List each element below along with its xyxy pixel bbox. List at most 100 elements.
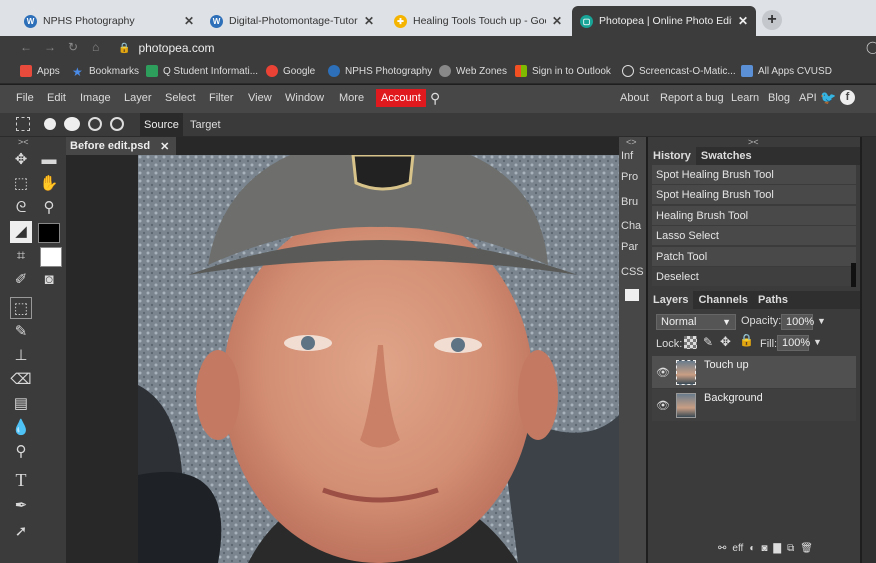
forward-icon[interactable]: → <box>44 40 56 54</box>
close-icon[interactable]: ✕ <box>184 14 194 28</box>
fill-input[interactable]: 100% <box>777 335 810 351</box>
tab-history[interactable]: History <box>648 147 696 165</box>
quick-select-tool-icon[interactable]: ◢ <box>10 221 32 243</box>
path-select-tool-icon[interactable]: ➚ <box>10 521 32 543</box>
tab-paths[interactable]: Paths <box>753 291 793 309</box>
collapse-icon[interactable]: >< <box>18 137 29 147</box>
info-panel-button[interactable]: Inf <box>621 150 645 162</box>
new-layer-icon[interactable]: ⧉ <box>787 543 794 554</box>
source-option[interactable]: Source <box>140 113 183 137</box>
menu-about[interactable]: About <box>620 92 649 104</box>
rectangle-shape-icon[interactable]: ▬ <box>38 149 60 171</box>
layer-mask-icon[interactable]: ◙ <box>761 543 767 554</box>
facebook-icon[interactable]: f <box>840 90 855 105</box>
new-tab-button[interactable]: + <box>762 10 782 30</box>
eraser-tool-icon[interactable]: ⌫ <box>10 369 32 391</box>
brush-subtract-icon[interactable] <box>88 117 102 131</box>
tab-channels[interactable]: Channels <box>693 291 753 309</box>
menu-more[interactable]: More <box>339 92 364 104</box>
url-field[interactable]: 🔒 photopea.com <box>118 39 215 57</box>
marquee-icon[interactable] <box>16 117 30 131</box>
image-icon[interactable] <box>625 289 639 301</box>
menu-report-bug[interactable]: Report a bug <box>660 92 724 104</box>
pen-tool-icon[interactable]: ✒ <box>10 495 32 517</box>
dodge-tool-icon[interactable]: ⚲ <box>10 441 32 463</box>
bookmark-web-zones[interactable]: Web Zones <box>439 65 507 77</box>
layer-effects-icon[interactable]: eff <box>732 543 743 554</box>
brush-panel-button[interactable]: Bru <box>621 196 645 208</box>
chevron-down-icon[interactable]: ▼ <box>813 337 822 347</box>
character-panel-button[interactable]: Cha <box>621 220 645 232</box>
layer-row-selected[interactable]: 👁 Touch up <box>652 356 856 388</box>
lock-all-icon[interactable]: 🔒 <box>739 333 754 347</box>
healing-brush-tool-icon[interactable]: ⬚ <box>10 297 32 319</box>
browser-tab[interactable]: W Digital-Photomontage-Tutorial.p ✕ <box>202 6 382 36</box>
close-icon[interactable]: ✕ <box>738 14 748 28</box>
zoom-tool-icon[interactable]: ⚲ <box>38 197 60 219</box>
twitter-icon[interactable]: 🐦 <box>820 90 836 106</box>
collapse-icon[interactable]: >< <box>748 137 759 147</box>
eyedropper-tool-icon[interactable]: ✐ <box>10 269 32 291</box>
lock-position-icon[interactable]: ✥ <box>720 334 731 350</box>
bookmark-bookmarks[interactable]: ★ Bookmarks <box>72 65 139 79</box>
tab-swatches[interactable]: Swatches <box>696 147 757 165</box>
bookmark-nphs[interactable]: NPHS Photography <box>328 65 432 77</box>
background-color-swatch[interactable] <box>40 247 62 267</box>
menu-layer[interactable]: Layer <box>124 92 152 104</box>
menu-edit[interactable]: Edit <box>47 92 66 104</box>
properties-panel-button[interactable]: Pro <box>621 171 645 183</box>
clone-stamp-tool-icon[interactable]: ⊥ <box>10 345 32 367</box>
menu-select[interactable]: Select <box>165 92 196 104</box>
browser-tab[interactable]: ✚ Healing Tools Touch up - Googl ✕ <box>386 6 570 36</box>
back-icon[interactable]: ← <box>20 40 32 54</box>
type-tool-icon[interactable]: T <box>10 469 32 491</box>
marquee-tool-icon[interactable]: ⬚ <box>10 173 32 195</box>
document-tab[interactable]: Before edit.psd ✕ <box>66 137 176 155</box>
reload-icon[interactable]: ↻ <box>68 40 78 54</box>
adjustment-layer-icon[interactable]: ◐ <box>749 543 755 554</box>
visibility-eye-icon[interactable]: 👁 <box>656 366 670 379</box>
crop-tool-icon[interactable]: ⌗ <box>10 245 32 267</box>
brush-add-icon[interactable] <box>64 117 80 131</box>
menu-image[interactable]: Image <box>80 92 111 104</box>
expand-icon[interactable]: <> <box>626 137 637 147</box>
quick-mask-icon[interactable]: ◙ <box>38 269 60 291</box>
image-canvas[interactable] <box>138 155 619 563</box>
history-item[interactable]: Healing Brush Tool <box>652 206 856 226</box>
browser-tab[interactable]: W NPHS Photography ✕ <box>16 6 202 36</box>
history-item[interactable]: Spot Healing Brush Tool <box>652 185 856 205</box>
visibility-eye-icon[interactable]: 👁 <box>656 399 670 412</box>
menu-window[interactable]: Window <box>285 92 324 104</box>
target-option[interactable]: Target <box>190 113 221 137</box>
delete-layer-icon[interactable]: 🗑 <box>800 543 813 554</box>
brush-tool-icon[interactable]: ✎ <box>10 321 32 343</box>
home-icon[interactable]: ⌂ <box>92 40 99 54</box>
move-tool-icon[interactable]: ✥ <box>10 149 32 171</box>
history-scrollbar[interactable] <box>851 263 856 287</box>
lasso-tool-icon[interactable]: ᘓ <box>10 197 32 219</box>
menu-blog[interactable]: Blog <box>768 92 790 104</box>
menu-learn[interactable]: Learn <box>731 92 759 104</box>
blend-mode-select[interactable]: Normal ▼ <box>656 314 736 330</box>
history-item-current[interactable]: Deselect <box>652 267 856 287</box>
menu-filter[interactable]: Filter <box>209 92 233 104</box>
lock-pixels-icon[interactable]: ✎ <box>703 335 713 349</box>
history-item[interactable]: Spot Healing Brush Tool <box>652 165 856 185</box>
bookmark-apps[interactable]: Apps <box>20 65 60 77</box>
search-icon[interactable]: ⚲ <box>430 90 440 107</box>
brush-intersect-icon[interactable] <box>110 117 124 131</box>
tab-layers[interactable]: Layers <box>648 291 694 309</box>
close-icon[interactable]: ✕ <box>364 14 374 28</box>
menu-api[interactable]: API <box>799 92 817 104</box>
close-icon[interactable]: ✕ <box>160 140 169 153</box>
menu-view[interactable]: View <box>248 92 272 104</box>
paragraph-panel-button[interactable]: Par <box>621 241 645 253</box>
right-scrollbar[interactable] <box>862 137 876 563</box>
foreground-color-swatch[interactable] <box>38 223 60 243</box>
bookmark-google[interactable]: Google <box>266 65 315 77</box>
layer-row[interactable]: 👁 Background <box>652 389 856 421</box>
new-group-icon[interactable]: ▇ <box>773 543 781 554</box>
opacity-input[interactable]: 100% <box>781 314 814 330</box>
extension-icon[interactable]: ◯ <box>866 40 876 54</box>
browser-tab-active[interactable]: ▢ Photopea | Online Photo Editor ✕ <box>572 6 756 36</box>
